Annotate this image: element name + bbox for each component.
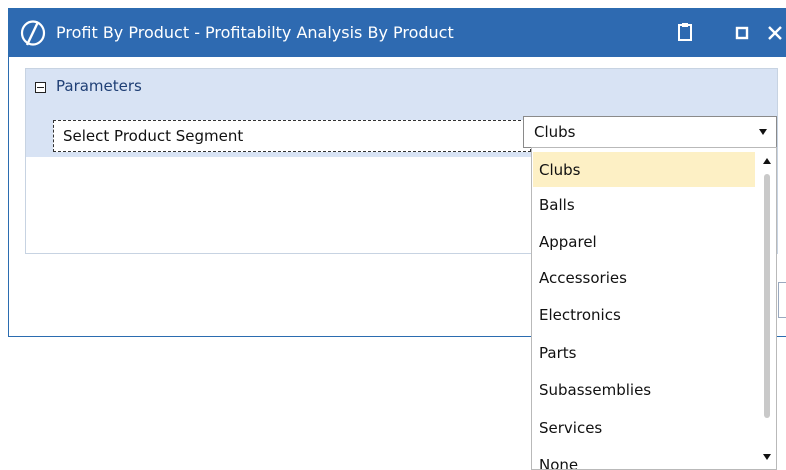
product-segment-value: Clubs [534, 123, 576, 141]
dropdown-option-parts[interactable]: Parts [533, 335, 755, 370]
window-title: Profit By Product - Profitabilty Analysi… [56, 23, 454, 42]
dropdown-option-apparel[interactable]: Apparel [533, 224, 755, 259]
dropdown-option-balls[interactable]: Balls [533, 187, 755, 222]
collapse-icon[interactable] [35, 82, 46, 93]
scroll-thumb[interactable] [764, 174, 770, 418]
dropdown-option-clubs[interactable]: Clubs [533, 152, 755, 187]
maximize-icon[interactable] [730, 21, 754, 45]
dropdown-option-accessories[interactable]: Accessories [533, 260, 755, 295]
product-segment-dropdown[interactable]: Clubs Balls Apparel Accessories Electron… [531, 147, 777, 470]
scroll-down-icon[interactable] [763, 454, 771, 460]
chevron-down-icon[interactable] [759, 129, 767, 135]
dropdown-option-none[interactable]: None [533, 447, 755, 469]
product-segment-select[interactable]: Clubs [523, 116, 777, 148]
dropdown-option-services[interactable]: Services [533, 410, 755, 445]
dropdown-option-subassemblies[interactable]: Subassemblies [533, 372, 755, 407]
app-logo-icon [20, 20, 46, 46]
parameters-label: Parameters [56, 77, 142, 95]
dropdown-scrollbar[interactable] [756, 148, 776, 469]
close-icon[interactable] [763, 21, 786, 45]
product-segment-label-text: Select Product Segment [63, 127, 244, 145]
title-bar[interactable]: Profit By Product - Profitabilty Analysi… [9, 9, 786, 57]
dropdown-option-electronics[interactable]: Electronics [533, 297, 755, 332]
scroll-up-icon[interactable] [763, 158, 771, 164]
product-segment-label: Select Product Segment [53, 120, 531, 152]
partial-button-edge [778, 282, 786, 318]
clipboard-icon[interactable] [673, 21, 697, 45]
